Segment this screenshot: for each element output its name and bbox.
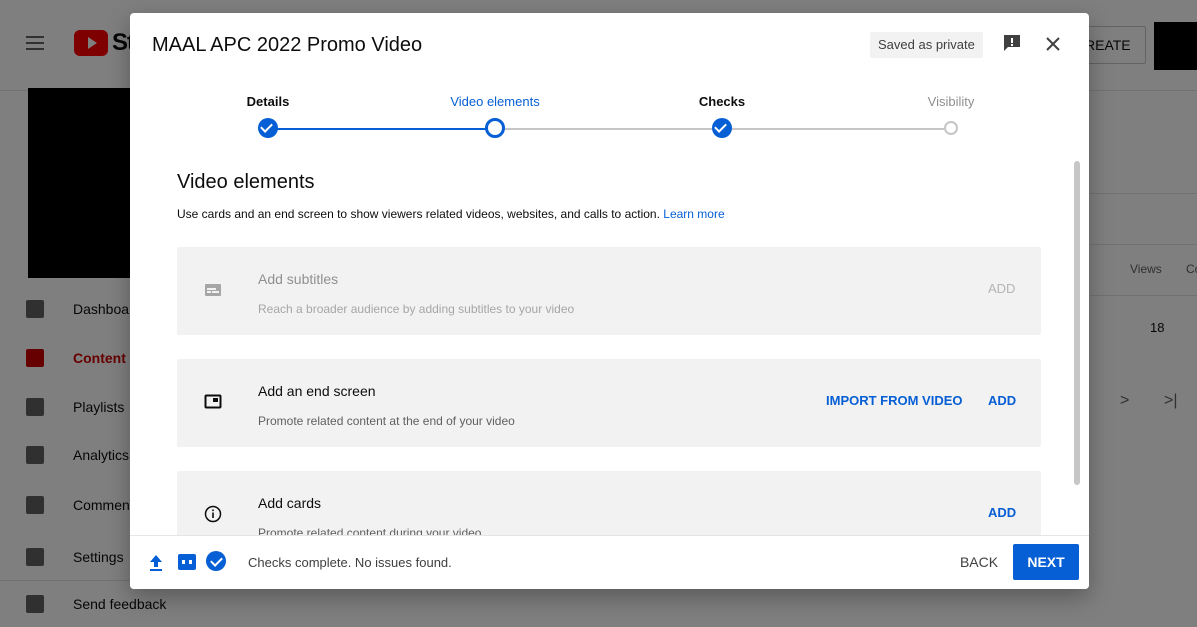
back-button[interactable]: BACK (948, 544, 1010, 580)
element-title: Add subtitles (258, 271, 339, 287)
saved-status-badge: Saved as private (870, 32, 983, 58)
dialog-title: MAAL APC 2022 Promo Video (152, 34, 423, 56)
upload-dialog: MAAL APC 2022 Promo Video Saved as priva… (130, 13, 1089, 589)
stepper-line (722, 128, 951, 130)
add-subtitles-button[interactable]: ADD (988, 281, 1015, 296)
close-icon[interactable] (1042, 33, 1064, 55)
next-button[interactable]: NEXT (1013, 544, 1079, 580)
dialog-header: MAAL APC 2022 Promo Video Saved as priva… (130, 13, 1089, 77)
step-complete-icon (258, 118, 278, 138)
add-cards-button[interactable]: ADD (988, 505, 1016, 520)
step-label: Visibility (927, 94, 975, 109)
element-description: Promote related content at the end of yo… (258, 414, 515, 428)
section-description: Use cards and an end screen to show view… (177, 207, 725, 221)
dialog-content[interactable]: Video elements Use cards and an end scre… (130, 157, 1089, 535)
element-card-end-screen: Add an end screen Promote related conten… (177, 359, 1041, 447)
step-details[interactable]: Details (188, 77, 348, 138)
checks-complete-icon[interactable] (206, 551, 226, 571)
import-from-video-button[interactable]: IMPORT FROM VIDEO (826, 393, 963, 408)
add-end-screen-button[interactable]: ADD (988, 393, 1016, 408)
element-title: Add cards (258, 495, 322, 511)
step-label: Details (246, 94, 290, 109)
content-scrollbar[interactable] (1074, 161, 1080, 485)
dialog-footer: Checks complete. No issues found. BACK N… (130, 535, 1089, 589)
element-description: Reach a broader audience by adding subti… (258, 302, 575, 316)
section-description-text: Use cards and an end screen to show view… (177, 207, 660, 221)
hd-processing-icon[interactable] (178, 554, 196, 570)
element-description: Promote related content during your vide… (258, 526, 482, 535)
step-label: Checks (698, 94, 746, 109)
stepper-line-complete (268, 128, 497, 130)
step-label: Video elements (450, 94, 540, 109)
upload-icon[interactable] (148, 554, 164, 572)
section-title: Video elements (177, 171, 315, 193)
element-card-subtitles: Add subtitles Reach a broader audience b… (177, 247, 1041, 335)
upload-stepper: Details Video elements Checks Visibility (130, 77, 1089, 157)
stepper-line (497, 128, 722, 130)
step-current-icon (485, 118, 505, 138)
feedback-icon[interactable] (1002, 33, 1022, 53)
learn-more-link[interactable]: Learn more (663, 207, 724, 221)
end-screen-icon (204, 394, 222, 409)
step-checks[interactable]: Checks (642, 77, 802, 138)
step-video-elements[interactable]: Video elements (415, 77, 575, 138)
subtitles-icon (205, 284, 221, 296)
info-icon (204, 505, 222, 523)
step-complete-icon (712, 118, 732, 138)
step-visibility[interactable]: Visibility (871, 77, 1031, 135)
element-card-cards: Add cards Promote related content during… (177, 471, 1041, 535)
footer-status-text: Checks complete. No issues found. (248, 555, 452, 570)
step-future-icon (944, 121, 958, 135)
element-title: Add an end screen (258, 383, 376, 399)
